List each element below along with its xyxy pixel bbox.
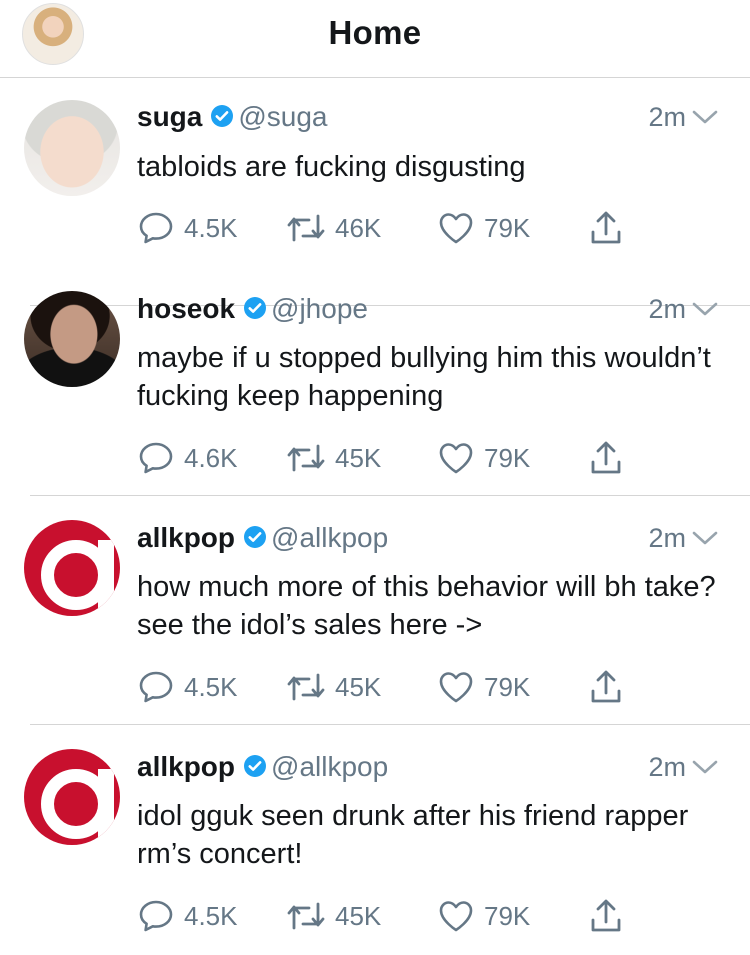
- heart-icon: [439, 901, 473, 932]
- share-icon: [591, 211, 621, 244]
- tweet-timestamp: 2m: [648, 749, 718, 785]
- tweet-text: idol gguk seen drunk after his friend ra…: [137, 800, 689, 870]
- reply-count: 4.5K: [184, 212, 238, 243]
- user-handle[interactable]: @allkpop: [271, 751, 388, 782]
- share-button[interactable]: [589, 440, 623, 476]
- chevron-down-icon[interactable]: [692, 109, 718, 125]
- logo-bar: [98, 540, 114, 610]
- tweet-author: allkpop @allkpop: [137, 749, 388, 785]
- like-button[interactable]: 79K: [437, 440, 530, 476]
- user-handle[interactable]: @jhope: [271, 293, 368, 324]
- reply-icon: [139, 212, 173, 244]
- user-avatar[interactable]: [24, 291, 120, 387]
- verified-badge-icon: [244, 755, 267, 778]
- user-avatar[interactable]: [24, 100, 120, 196]
- chevron-down-icon[interactable]: [692, 759, 718, 775]
- reply-button[interactable]: 4.5K: [137, 669, 238, 705]
- tweet[interactable]: allkpop @allkpop 2m idol gguk seen drunk …: [0, 725, 750, 954]
- reply-count: 4.5K: [184, 900, 238, 931]
- retweet-icon: [287, 673, 325, 701]
- reply-button[interactable]: 4.5K: [137, 210, 238, 246]
- tweet-author: allkpop @allkpop: [137, 520, 388, 556]
- timestamp-text: 2m: [648, 294, 686, 324]
- reply-icon: [139, 442, 173, 474]
- share-button[interactable]: [589, 210, 623, 246]
- retweet-button[interactable]: 46K: [286, 210, 381, 246]
- share-button[interactable]: [589, 898, 623, 934]
- heart-icon: [439, 443, 473, 474]
- share-icon: [591, 441, 621, 474]
- like-button[interactable]: 79K: [437, 898, 530, 934]
- heart-icon: [439, 672, 473, 703]
- retweet-count: 45K: [335, 900, 382, 931]
- chevron-down-icon[interactable]: [692, 530, 718, 546]
- retweet-icon: [287, 902, 325, 930]
- allkpop-logo-icon[interactable]: [24, 749, 120, 845]
- like-count: 79K: [484, 671, 531, 702]
- tweet[interactable]: hoseok @jhope 2m maybe if u stopped bully…: [0, 267, 750, 496]
- like-count: 79K: [484, 900, 531, 931]
- page-title: Home: [328, 14, 422, 51]
- verified-badge-icon: [211, 105, 234, 128]
- timestamp-text: 2m: [648, 752, 686, 782]
- heart-icon: [439, 213, 473, 244]
- retweet-icon: [287, 214, 325, 242]
- tweet-actions: 4.5K 45K 79K: [137, 898, 657, 934]
- tweet-text: how much more of this behavior will bh t…: [137, 571, 716, 641]
- reply-button[interactable]: 4.5K: [137, 898, 238, 934]
- user-handle[interactable]: @suga: [238, 101, 327, 132]
- retweet-count: 45K: [335, 442, 382, 473]
- retweet-button[interactable]: 45K: [286, 898, 381, 934]
- tweet-text: maybe if u stopped bullying him this wou…: [137, 342, 711, 412]
- display-name[interactable]: suga: [137, 101, 202, 132]
- logo-bar: [98, 769, 114, 839]
- tweet-text: tabloids are fucking disgusting: [137, 151, 526, 183]
- allkpop-logo-icon[interactable]: [24, 520, 120, 616]
- share-button[interactable]: [589, 669, 623, 705]
- like-count: 79K: [484, 212, 531, 243]
- verified-badge-icon: [244, 297, 267, 320]
- timestamp-text: 2m: [648, 102, 686, 132]
- retweet-count: 46K: [335, 212, 382, 243]
- tweet-actions: 4.5K 46K 79K: [137, 210, 657, 246]
- display-name[interactable]: allkpop: [137, 522, 235, 553]
- like-button[interactable]: 79K: [437, 210, 530, 246]
- like-button[interactable]: 79K: [437, 669, 530, 705]
- tweet-timestamp: 2m: [648, 291, 718, 327]
- retweet-button[interactable]: 45K: [286, 669, 381, 705]
- retweet-count: 45K: [335, 671, 382, 702]
- display-name[interactable]: hoseok: [137, 293, 235, 324]
- tweet-actions: 4.5K 45K 79K: [137, 669, 657, 705]
- tweet-author: hoseok @jhope: [137, 291, 368, 327]
- top-bar: Home: [0, 0, 750, 78]
- retweet-icon: [287, 444, 325, 472]
- share-icon: [591, 670, 621, 703]
- tweet-timestamp: 2m: [648, 99, 718, 135]
- reply-count: 4.5K: [184, 671, 238, 702]
- retweet-button[interactable]: 45K: [286, 440, 381, 476]
- reply-count: 4.6K: [184, 442, 238, 473]
- user-handle[interactable]: @allkpop: [271, 522, 388, 553]
- reply-icon: [139, 671, 173, 703]
- chevron-down-icon[interactable]: [692, 301, 718, 317]
- verified-badge-icon: [244, 526, 267, 549]
- tweet-author: suga @suga: [137, 99, 328, 135]
- share-icon: [591, 899, 621, 932]
- tweet-actions: 4.6K 45K 79K: [137, 440, 657, 476]
- timestamp-text: 2m: [648, 523, 686, 553]
- reply-icon: [139, 900, 173, 932]
- like-count: 79K: [484, 442, 531, 473]
- display-name[interactable]: allkpop: [137, 751, 235, 782]
- reply-button[interactable]: 4.6K: [137, 440, 238, 476]
- tweet-timestamp: 2m: [648, 520, 718, 556]
- tweet[interactable]: allkpop @allkpop 2m how much more of this…: [0, 496, 750, 725]
